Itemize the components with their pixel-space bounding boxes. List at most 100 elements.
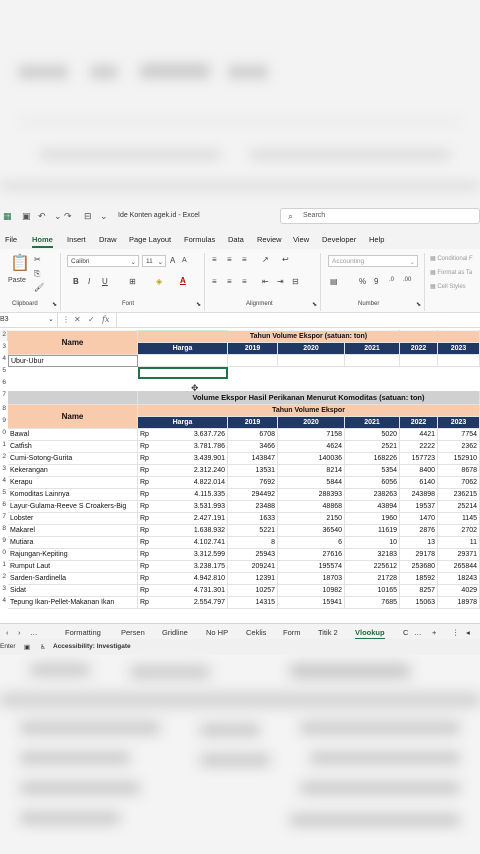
volume-cell[interactable]: 5844 [278,477,345,489]
commodity-name-cell[interactable]: Sidat [8,585,138,597]
volume-cell[interactable]: 6140 [400,477,438,489]
commodity-name-cell[interactable]: Bawal [8,429,138,441]
volume-cell[interactable]: 225612 [345,561,400,573]
clipboard-launcher-icon[interactable]: ⬊ [52,301,57,308]
align-center-icon[interactable]: ≡ [227,277,232,286]
row-number[interactable]: 7 [0,391,6,403]
volume-cell[interactable]: 1470 [400,513,438,525]
volume-cell[interactable]: 7062 [438,477,480,489]
volume-cell[interactable]: 19537 [400,501,438,513]
volume-cell[interactable]: 5354 [345,465,400,477]
number-launcher-icon[interactable]: ⬊ [416,301,421,308]
paste-label[interactable]: Paste [8,277,26,284]
row-number[interactable]: 9 [0,417,6,429]
row-number[interactable]: 2 [0,453,6,465]
undo-icon[interactable]: ↶ [38,211,46,222]
volume-cell[interactable]: 10982 [278,585,345,597]
sheet-tab-form[interactable]: Form [283,628,301,637]
currency-cell[interactable]: Rp [138,477,158,489]
cell-e3[interactable] [345,355,400,367]
cell-g3[interactable] [438,355,480,367]
table1-year-2022[interactable]: 2022 [400,343,438,355]
align-bottom-icon[interactable]: ≡ [242,255,247,264]
volume-cell[interactable]: 27616 [278,549,345,561]
row-number[interactable]: 2 [0,573,6,585]
table1-year-2023[interactable]: 2023 [438,343,480,355]
conditional-formatting-button[interactable]: ▦ Conditional F [430,255,473,262]
volume-cell[interactable]: 11 [438,537,480,549]
volume-cell[interactable]: 13 [400,537,438,549]
row-number[interactable]: 5 [0,489,6,501]
volume-cell[interactable]: 48868 [278,501,345,513]
table2-name-header[interactable]: Name [8,405,138,429]
row-number[interactable]: 1 [0,441,6,453]
volume-cell[interactable]: 265844 [438,561,480,573]
currency-cell[interactable]: Rp [138,585,158,597]
sheet-tab-ceklis[interactable]: Ceklis [246,628,266,637]
table2-year-2019[interactable]: 2019 [228,417,278,429]
volume-cell[interactable]: 32183 [345,549,400,561]
commodity-name-cell[interactable]: Tepung Ikan-Pellet-Makanan Ikan [8,597,138,609]
menu-review[interactable]: Review [257,235,282,244]
currency-cell[interactable]: Rp [138,465,158,477]
volume-cell[interactable]: 3466 [228,441,278,453]
row-number[interactable]: 0 [0,429,6,441]
fill-color-icon[interactable]: ◈ [156,277,162,286]
price-cell[interactable]: 4.942.810 [158,573,228,585]
paste-icon[interactable]: 📋 [10,253,30,273]
volume-cell[interactable]: 243898 [400,489,438,501]
font-size-dropdown[interactable]: 11 ⌄ [142,255,166,267]
volume-cell[interactable]: 4421 [400,429,438,441]
volume-cell[interactable]: 2150 [278,513,345,525]
volume-cell[interactable]: 13531 [228,465,278,477]
formula-input[interactable] [116,313,480,327]
row-number[interactable]: 5 [0,367,6,379]
cell-b3[interactable] [138,355,228,367]
table2-year-title[interactable]: Tahun Volume Ekspor [138,405,480,417]
scroll-tabs-right-icon[interactable]: › [18,628,21,637]
table2-title[interactable]: Volume Ekspor Hasil Perikanan Menurut Ko… [138,391,480,405]
more-options-icon[interactable]: ⋮ [62,315,70,324]
menu-data[interactable]: Data [228,235,244,244]
volume-cell[interactable]: 10165 [345,585,400,597]
volume-cell[interactable]: 25943 [228,549,278,561]
currency-cell[interactable]: Rp [138,489,158,501]
row-number[interactable]: 8 [0,525,6,537]
volume-cell[interactable]: 5020 [345,429,400,441]
volume-cell[interactable]: 11619 [345,525,400,537]
volume-cell[interactable]: 157723 [400,453,438,465]
percent-icon[interactable]: % [359,277,366,286]
commodity-name-cell[interactable]: Layur-Gulama-Reeve S Croakers-Big [8,501,138,513]
format-as-table-button[interactable]: ▦ Format as Ta [430,269,472,276]
cell-d3[interactable] [278,355,345,367]
scroll-left-icon[interactable]: ◂ [466,628,470,637]
price-cell[interactable]: 3.531.993 [158,501,228,513]
align-top-icon[interactable]: ≡ [212,255,217,264]
currency-cell[interactable]: Rp [138,573,158,585]
volume-cell[interactable]: 18243 [438,573,480,585]
lookup-value-cell[interactable]: Ubur-Ubur [8,355,138,367]
undo-dropdown-icon[interactable]: ⌄ [54,211,62,222]
indent-decrease-icon[interactable]: ⇤ [262,277,269,286]
currency-icon[interactable]: ▤ [330,277,338,286]
price-cell[interactable]: 3.238.175 [158,561,228,573]
format-painter-icon[interactable]: 🖌 [34,283,44,292]
currency-cell[interactable]: Rp [138,513,158,525]
volume-cell[interactable]: 18978 [438,597,480,609]
row-number[interactable]: 4 [0,355,6,367]
volume-cell[interactable]: 18592 [400,573,438,585]
volume-cell[interactable]: 36540 [278,525,345,537]
table2-year-2020[interactable]: 2020 [278,417,345,429]
price-cell[interactable]: 4.822.014 [158,477,228,489]
volume-cell[interactable]: 8214 [278,465,345,477]
volume-cell[interactable]: 7692 [228,477,278,489]
accessibility-icon[interactable]: ♿ [40,643,46,651]
volume-cell[interactable]: 209241 [228,561,278,573]
volume-cell[interactable]: 6056 [345,477,400,489]
price-cell[interactable]: 1.638.932 [158,525,228,537]
sheet-tab-no-hp[interactable]: No HP [206,628,228,637]
sheet-tab-formatting[interactable]: Formatting [65,628,101,637]
row-number[interactable]: 1 [0,561,6,573]
row-number[interactable]: 4 [0,597,6,609]
sheet-tab-gridline[interactable]: Gridline [162,628,188,637]
